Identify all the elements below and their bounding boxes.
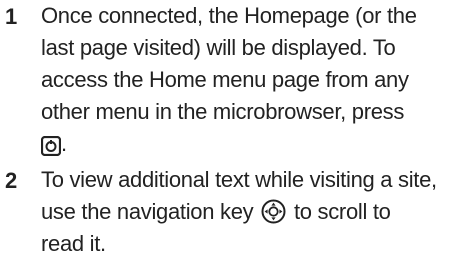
- step-text-line: Once connected, the Homepage (or the: [41, 3, 417, 28]
- step-number: 2: [5, 168, 18, 193]
- text-segment: use the navigation key: [41, 199, 254, 224]
- menu-key-icon: [40, 133, 62, 157]
- step-text-line: .: [40, 128, 461, 160]
- step-text-line: To view additional text while visiting a…: [41, 167, 437, 192]
- navigation-key-icon: [261, 199, 286, 224]
- step-text: Once connected, the Homepage (or the las…: [40, 0, 461, 160]
- step-text-line: access the Home menu page from any: [41, 67, 409, 92]
- punctuation: .: [61, 131, 67, 156]
- step-text-line: other menu in the microbrowser, press: [41, 99, 405, 124]
- step-text-line: use the navigation key to scroll to: [41, 196, 461, 228]
- step-text-line: read it.: [41, 231, 106, 256]
- step-text: To view additional text while visiting a…: [41, 164, 461, 260]
- step-number: 1: [5, 4, 18, 29]
- text-segment: to scroll to: [293, 199, 391, 224]
- step-text-line: last page visited) will be displayed. To: [41, 35, 396, 60]
